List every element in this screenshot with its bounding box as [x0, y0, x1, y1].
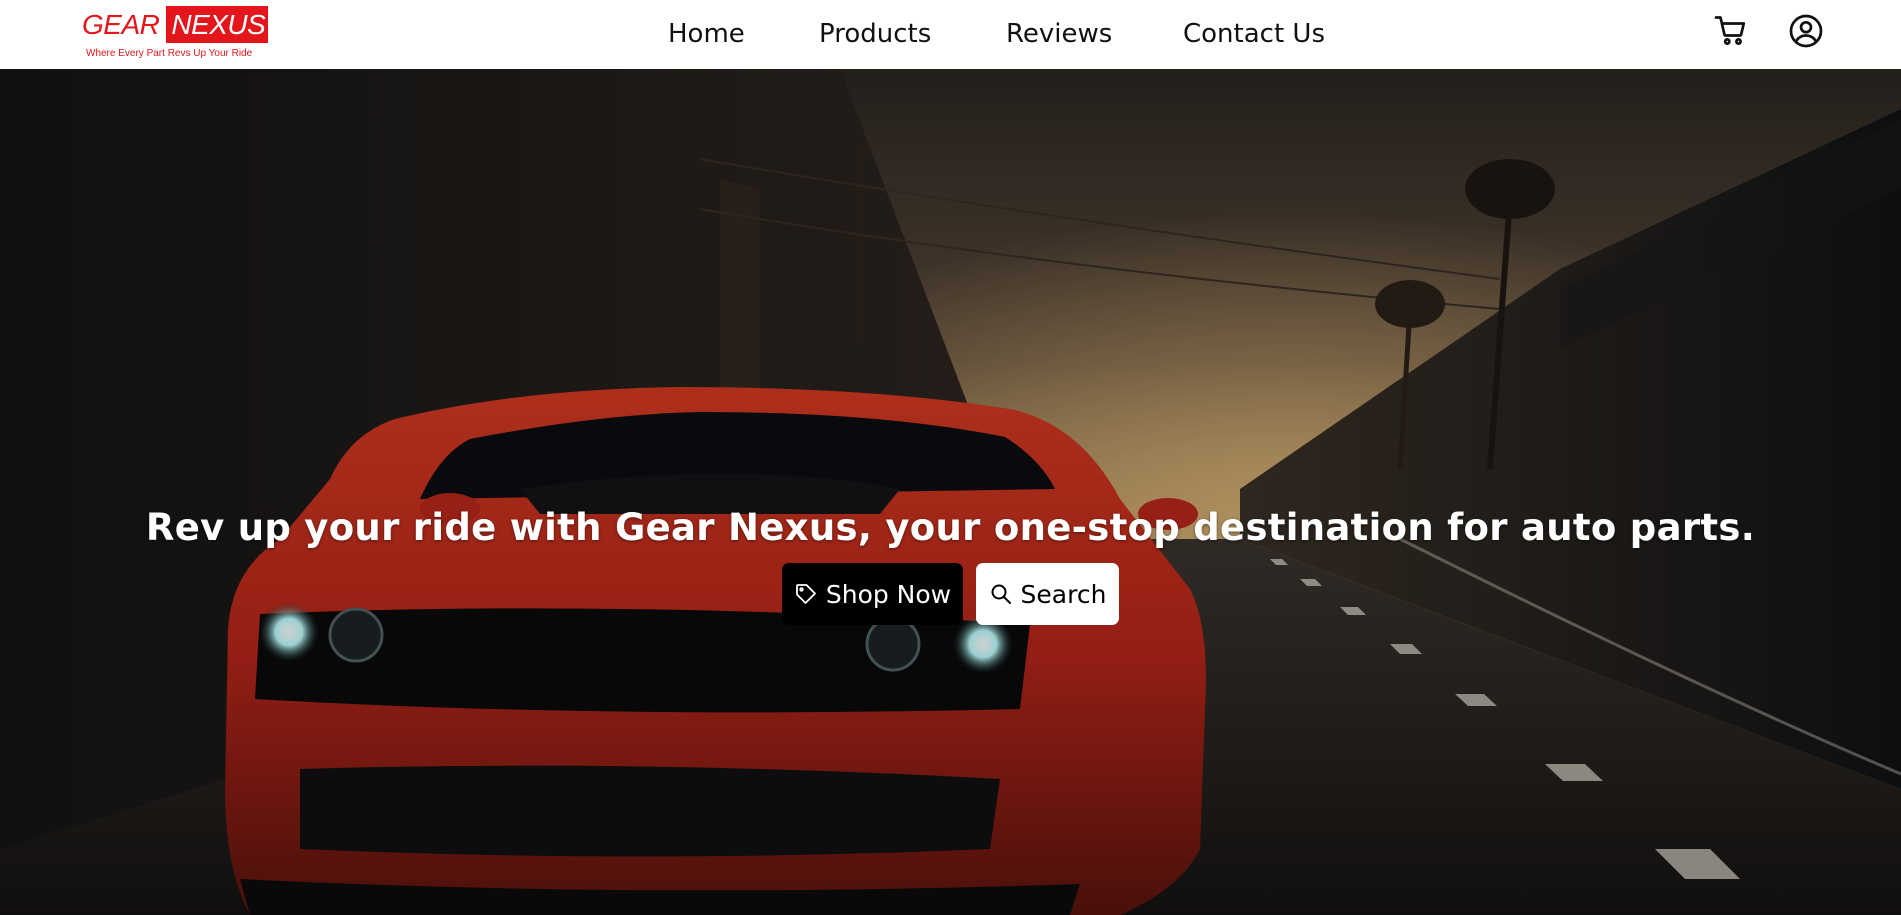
search-icon	[991, 584, 1011, 604]
hero-section: Rev up your ride with Gear Nexus, your o…	[0, 69, 1901, 915]
nav-reviews[interactable]: Reviews	[1006, 16, 1112, 52]
hero-headline: Rev up your ride with Gear Nexus, your o…	[145, 506, 1756, 549]
hero-background-image	[0, 69, 1901, 915]
user-circle-icon[interactable]	[1788, 13, 1824, 49]
tag-icon	[795, 584, 816, 604]
site-header: GEAR NEXUS Where Every Part Revs Up Your…	[0, 0, 1901, 69]
search-label: Search	[1020, 579, 1107, 609]
search-button[interactable]: Search	[976, 563, 1119, 625]
nav-products[interactable]: Products	[819, 16, 931, 52]
nav-contact-us[interactable]: Contact Us	[1183, 16, 1325, 52]
logo-gear-text: GEAR	[82, 9, 160, 40]
nav-home[interactable]: Home	[668, 16, 745, 52]
logo-wordmark: GEAR NEXUS	[82, 6, 269, 43]
shop-now-button[interactable]: Shop Now	[782, 563, 963, 625]
logo-nexus-text: NEXUS	[166, 6, 269, 43]
brand-logo[interactable]: GEAR NEXUS Where Every Part Revs Up Your…	[82, 6, 269, 62]
shop-now-label: Shop Now	[825, 579, 952, 609]
cart-icon[interactable]	[1713, 13, 1749, 49]
logo-tagline: Where Every Part Revs Up Your Ride	[86, 48, 253, 59]
